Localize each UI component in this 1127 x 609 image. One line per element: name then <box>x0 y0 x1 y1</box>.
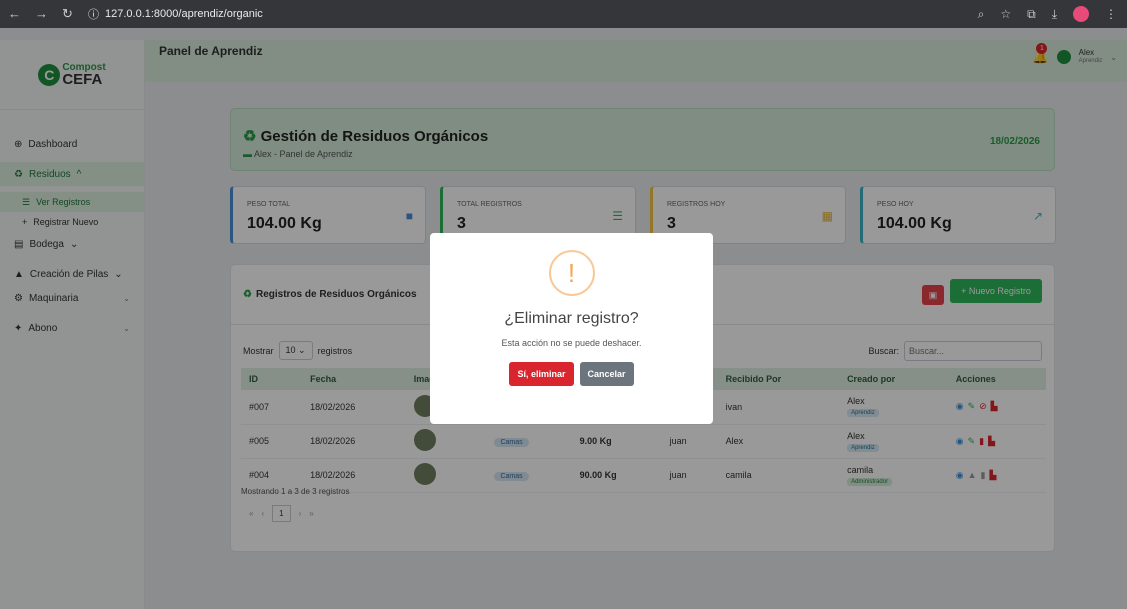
back-icon[interactable]: ← <box>8 6 21 22</box>
confirm-delete-button[interactable]: Sí, eliminar <box>509 362 574 386</box>
info-icon[interactable]: ⓘ <box>88 6 99 22</box>
profile-icon[interactable] <box>1073 6 1089 22</box>
dialog-title: ¿Eliminar registro? <box>504 310 639 327</box>
forward-icon[interactable]: → <box>35 6 48 22</box>
download-icon[interactable]: ⤓ <box>1052 7 1057 22</box>
dialog-text: Esta acción no se puede deshacer. <box>501 338 642 348</box>
url-text: 127.0.0.1:8000/aprendiz/organic <box>105 8 263 20</box>
confirm-dialog: ! ¿Eliminar registro? Esta acción no se … <box>430 233 713 424</box>
menu-icon[interactable]: ⋮ <box>1105 7 1117 21</box>
zoom-icon[interactable]: ⌕ <box>978 7 985 22</box>
browser-nav: ← → ↻ <box>8 6 88 22</box>
browser-actions: ⌕ ☆ ⧉ ⤓ ⋮ <box>978 6 1117 22</box>
address-bar[interactable]: ⓘ 127.0.0.1:8000/aprendiz/organic <box>88 6 263 22</box>
cancel-button[interactable]: Cancelar <box>579 362 634 386</box>
reload-icon[interactable]: ↻ <box>62 6 73 22</box>
browser-bar: ← → ↻ ⓘ 127.0.0.1:8000/aprendiz/organic … <box>0 0 1127 28</box>
dialog-actions: Sí, eliminar Cancelar <box>430 362 713 386</box>
star-icon[interactable]: ☆ <box>1000 7 1011 21</box>
extensions-icon[interactable]: ⧉ <box>1027 7 1036 22</box>
warning-icon: ! <box>548 250 595 296</box>
